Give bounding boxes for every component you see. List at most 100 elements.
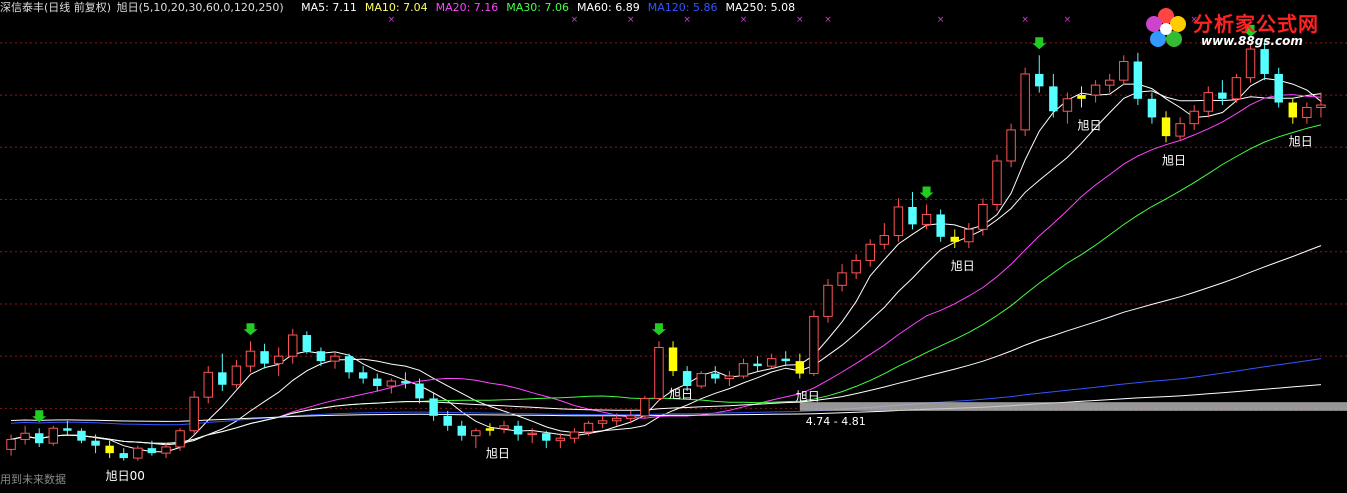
- candle-body: [1133, 61, 1143, 99]
- down-arrow-icon: [243, 323, 258, 336]
- candle-body: [358, 372, 368, 379]
- candle-body: [597, 420, 608, 424]
- signal-label: 旭日: [486, 447, 510, 461]
- candle-body: [978, 203, 988, 230]
- candle-body: [921, 213, 932, 225]
- candle-body: [77, 430, 86, 441]
- top-marker: ×: [571, 15, 579, 25]
- candle-body: [908, 206, 917, 225]
- signal-label: 旭日: [1162, 153, 1186, 167]
- candle-body: [1189, 110, 1199, 125]
- candle-body: [6, 438, 16, 450]
- candle-body: [611, 417, 622, 422]
- top-marker: ×: [388, 15, 396, 25]
- candle-body: [893, 206, 904, 237]
- candle-body: [738, 363, 749, 377]
- candle-body: [1203, 92, 1214, 112]
- candle-body: [485, 428, 495, 431]
- ma-legend-item: MA30: 7.06: [506, 1, 570, 14]
- candle-body: [189, 396, 199, 432]
- candle-body: [34, 433, 44, 444]
- candle-body: [373, 378, 382, 386]
- footnote: 用到未来数据: [0, 473, 66, 486]
- candle-body: [302, 335, 312, 352]
- stock-title: 深信泰丰(日线 前复权): [0, 1, 112, 14]
- candle-body: [837, 272, 847, 286]
- candle-body: [245, 350, 256, 367]
- candle-body: [1147, 98, 1157, 118]
- down-arrow-icon: [919, 186, 934, 199]
- zone-band: [799, 402, 1347, 411]
- candle-body: [809, 315, 819, 375]
- candle-body: [654, 346, 664, 399]
- candle-body: [260, 351, 269, 364]
- candle-body: [668, 347, 678, 372]
- candle-body: [1175, 123, 1185, 137]
- top-marker: ×: [740, 15, 748, 25]
- candle-body: [231, 365, 242, 386]
- logo: 分析家公式网 www.88gs.com: [1143, 6, 1339, 52]
- candle-body: [175, 430, 185, 448]
- signal-label: 旭日: [1078, 119, 1102, 133]
- top-marker: ×: [1064, 15, 1072, 25]
- candle-body: [766, 358, 777, 367]
- candle-body: [1090, 84, 1101, 96]
- candle-body: [147, 448, 157, 454]
- candle-body: [161, 446, 171, 454]
- candle-body: [344, 356, 354, 373]
- candle-body: [1218, 92, 1227, 99]
- candle-body: [936, 214, 945, 237]
- ma-legend-item: MA5: 7.11: [301, 1, 357, 14]
- candlestick-chart: 4.74 - 4.81 × × × × × × × × × × × × 旭日00旭日旭日 旭日旭日旭日旭…: [0, 15, 1347, 483]
- candle-body: [133, 447, 143, 459]
- candle-body: [992, 160, 1002, 205]
- candle-body: [1077, 95, 1086, 99]
- candle-body: [1302, 107, 1312, 118]
- candle-body: [415, 383, 424, 399]
- ma-legend-item: MA60: 6.89: [577, 1, 640, 14]
- top-marker: ×: [627, 15, 635, 25]
- down-arrow-icon: [1032, 37, 1047, 50]
- candle-body: [1049, 86, 1058, 112]
- signals: 旭日00旭日旭日 旭日旭日旭日旭日旭日: [32, 24, 1313, 483]
- candle-body: [1035, 73, 1044, 87]
- candle-body: [950, 236, 959, 242]
- top-marker: ×: [824, 15, 832, 25]
- top-marker: ×: [683, 15, 691, 25]
- candle-body: [330, 355, 340, 362]
- ma-legend-item: MA10: 7.04: [364, 1, 428, 14]
- signal-label: 旭日00: [106, 469, 145, 483]
- candle-body: [753, 363, 762, 367]
- top-marker: ×: [937, 15, 945, 25]
- candle-body: [1119, 61, 1129, 81]
- down-arrow-icon: [651, 323, 666, 336]
- signal-label: 旭日: [951, 259, 975, 273]
- candle-body: [1288, 102, 1298, 118]
- flower-logo-icon: [1146, 8, 1186, 47]
- candle-body: [401, 381, 410, 384]
- candle-body: [443, 415, 452, 426]
- candle-body: [1062, 98, 1073, 112]
- ma-legend-item: MA250: 5.08: [725, 1, 796, 14]
- candle-body: [316, 351, 326, 362]
- candle-body: [218, 372, 227, 385]
- candle-body: [555, 437, 566, 442]
- candle-body: [1161, 117, 1171, 137]
- candle-body: [1231, 77, 1242, 100]
- candle-body: [711, 373, 720, 379]
- candle-body: [1006, 129, 1016, 162]
- candle-body: [527, 432, 537, 435]
- candle-body: [513, 425, 523, 435]
- chart-header: 深信泰丰(日线 前复权) 旭日(5,10,20,30,60,0,120,250)…: [0, 0, 811, 16]
- top-marker: ×: [796, 15, 804, 25]
- top-marker: ×: [1021, 15, 1029, 25]
- candle-body: [696, 373, 706, 387]
- candle-body: [879, 235, 890, 245]
- signal-label: 旭日: [796, 390, 820, 404]
- signal-label: 旭日: [1289, 135, 1313, 149]
- candle-body: [48, 427, 59, 444]
- candle-body: [273, 355, 284, 365]
- candle-body: [542, 433, 551, 441]
- candle-body: [1020, 73, 1030, 131]
- candle-body: [583, 422, 594, 433]
